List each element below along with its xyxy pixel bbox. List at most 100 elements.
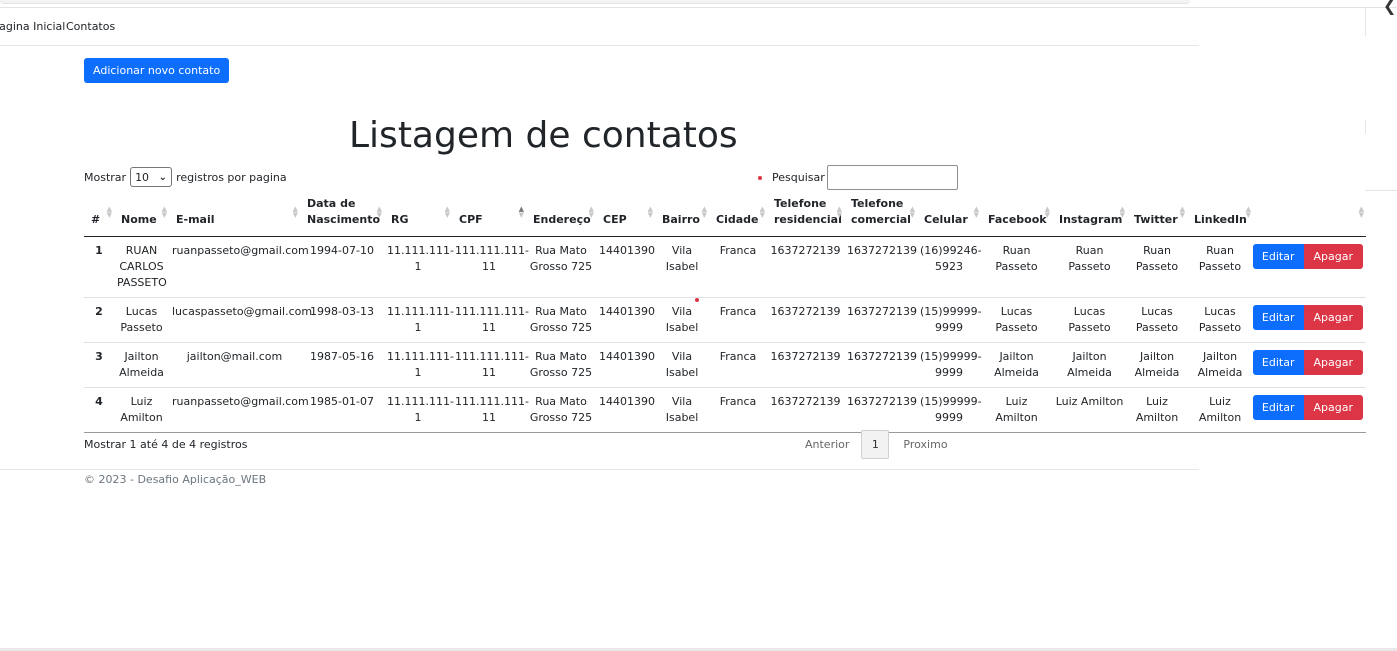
column-header[interactable]: Twitter ▲ ▼	[1127, 192, 1187, 237]
page-length-select[interactable]: 10 ⌄	[130, 167, 173, 187]
table-row: 4 Luiz Amilton ruanpasseto@gmail.com 1985-0…	[84, 387, 1366, 433]
cell-tel_com: 1637272139	[844, 387, 917, 433]
edit-button[interactable]: Editar	[1252, 305, 1304, 330]
footer-divider	[0, 469, 1199, 470]
column-header[interactable]: RG ▲ ▼	[384, 192, 452, 237]
edit-button[interactable]: Editar	[1252, 395, 1304, 420]
column-header[interactable]: Bairro ▲ ▼	[655, 192, 709, 237]
cell-twitter: Ruan Passeto	[1127, 236, 1187, 298]
column-header[interactable]: LinkedIn ▲ ▼	[1187, 192, 1253, 237]
table-row: 2 Lucas Passeto lucaspasseto@gmail.com 1998…	[84, 297, 1366, 343]
column-header[interactable]: Celular ▲ ▼	[917, 192, 981, 237]
cell-tel_res: 1637272139	[767, 387, 844, 433]
table-info: Mostrar 1 até 4 de 4 registros	[84, 438, 248, 451]
side-divider	[1365, 190, 1397, 191]
cell-actions: Editar Apagar	[1252, 297, 1366, 343]
cell-actions: Editar Apagar	[1252, 236, 1366, 298]
column-header[interactable]: E-mail ▲ ▼	[169, 192, 300, 237]
cell-celular: (15)99999-9999	[917, 297, 982, 343]
column-header-label: Instagram	[1059, 213, 1123, 226]
delete-button[interactable]: Apagar	[1303, 350, 1363, 375]
cell-bairro: Vila Isabel	[655, 236, 709, 298]
cell-bairro: Vila Isabel	[655, 387, 709, 433]
cell-linkedin: Luiz Amilton	[1187, 387, 1253, 433]
length-label-after: registros por pagina	[176, 170, 287, 184]
column-header[interactable]: CEP ▲ ▼	[596, 192, 655, 237]
edit-button[interactable]: Editar	[1252, 350, 1304, 375]
cell-facebook: Ruan Passeto	[981, 236, 1052, 298]
length-label-before: Mostrar	[84, 170, 127, 184]
column-header[interactable]: Facebook ▲ ▼	[981, 192, 1052, 237]
sort-icon: ▲ ▼	[1119, 205, 1125, 219]
cell-nome: RUAN CARLOS PASSETO	[114, 236, 169, 298]
sort-icon: ▲ ▼	[1179, 205, 1185, 219]
cell-email: lucaspasseto@gmail.com	[169, 297, 312, 343]
cell-cep: 14401390	[596, 236, 655, 298]
sort-icon: ▲ ▼	[909, 205, 915, 219]
column-header[interactable]: Telefone comercial ▲ ▼	[844, 192, 917, 237]
sort-icon: ▲ ▼	[292, 205, 298, 219]
cell-facebook: Jailton Almeida	[981, 342, 1052, 388]
nav-link-contacts[interactable]: Contatos	[66, 20, 115, 33]
column-header-label: CPF	[459, 213, 483, 226]
column-header[interactable]: Cidade ▲ ▼	[709, 192, 767, 237]
page-title: Listagem de contatos	[349, 115, 738, 156]
column-header[interactable]: Nome ▲ ▼	[114, 192, 169, 237]
column-header-label: #	[91, 213, 101, 226]
delete-button[interactable]: Apagar	[1303, 244, 1363, 269]
column-header[interactable]: CPF ▲ ▼	[452, 192, 526, 237]
cell-cpf: 111.111.111-11	[452, 387, 529, 433]
table-header-row: # ▲ ▼ Nome ▲ ▼ E-mail ▲ ▼ Data de Nascimento ▲ ▼ RG ▲…	[84, 192, 1366, 237]
delete-button[interactable]: Apagar	[1303, 305, 1363, 330]
cell-tel_res: 1637272139	[767, 236, 844, 298]
sort-icon: ▲ ▼	[518, 205, 524, 219]
column-header-label: Data de Nascimento	[307, 197, 381, 226]
column-header[interactable]: Telefone residencial ▲ ▼	[767, 192, 844, 237]
edit-button[interactable]: Editar	[1252, 244, 1304, 269]
column-header-label: Bairro	[662, 213, 700, 226]
cell-celular: (16)99246-5923	[917, 236, 982, 298]
red-dot-marker	[695, 298, 699, 302]
cell-rg: 11.111.111-1	[384, 236, 454, 298]
pagination-previous[interactable]: Anterior	[805, 438, 849, 451]
column-header-label: CEP	[603, 213, 627, 226]
cell-twitter: Jailton Almeida	[1127, 342, 1187, 388]
table-row: 1 RUAN CARLOS PASSETO ruanpasseto@gmail.co…	[84, 236, 1366, 298]
cell-tel_res: 1637272139	[767, 342, 844, 388]
nav-link-home[interactable]: Pagina Inicial	[0, 20, 65, 33]
cell-actions: Editar Apagar	[1252, 387, 1366, 433]
search-label: Pesquisar	[772, 171, 825, 184]
search-input[interactable]	[826, 165, 958, 190]
column-header-label: Telefone comercial	[851, 197, 911, 226]
cell-cidade: Franca	[709, 342, 767, 388]
horizontal-scrollbar[interactable]	[0, 0, 1190, 4]
delete-button[interactable]: Apagar	[1303, 395, 1363, 420]
search-control: Pesquisar	[758, 165, 958, 190]
column-header[interactable]: Endereço ▲ ▼	[526, 192, 596, 237]
cell-nasc: 1985-01-07	[300, 387, 384, 433]
column-header[interactable]: Instagram ▲ ▼	[1052, 192, 1127, 237]
chevron-down-icon: ⌄	[158, 171, 168, 183]
cell-instagram: Luiz Amilton	[1052, 387, 1127, 433]
contacts-table: # ▲ ▼ Nome ▲ ▼ E-mail ▲ ▼ Data de Nascimento ▲ ▼ RG ▲…	[84, 192, 1366, 433]
column-header[interactable]: # ▲ ▼	[84, 192, 114, 237]
column-header-label: Cidade	[716, 213, 759, 226]
navbar: Pagina Inicial Contatos	[0, 8, 1199, 46]
column-header-label: Facebook	[988, 213, 1047, 226]
add-contact-button[interactable]: Adicionar novo contato	[84, 58, 230, 83]
cell-cep: 14401390	[596, 297, 655, 343]
column-header-label: Celular	[924, 213, 968, 226]
column-header-label: Nome	[121, 213, 157, 226]
sort-icon: ▲ ▼	[161, 205, 167, 219]
column-header-label: RG	[391, 213, 409, 226]
column-header[interactable]: Data de Nascimento ▲ ▼	[300, 192, 384, 237]
cell-instagram: Lucas Passeto	[1052, 297, 1127, 343]
cell-linkedin: Lucas Passeto	[1187, 297, 1253, 343]
column-header-label: E-mail	[176, 213, 215, 226]
pagination-next[interactable]: Proximo	[903, 438, 947, 451]
column-header[interactable]: ▲ ▼	[1253, 192, 1366, 237]
cell-cpf: 111.111.111-11	[452, 342, 529, 388]
pagination-page[interactable]: 1	[861, 430, 890, 459]
cell-email: ruanpasseto@gmail.com	[169, 236, 309, 298]
back-arrow-icon[interactable]: ❮	[1383, 0, 1396, 15]
